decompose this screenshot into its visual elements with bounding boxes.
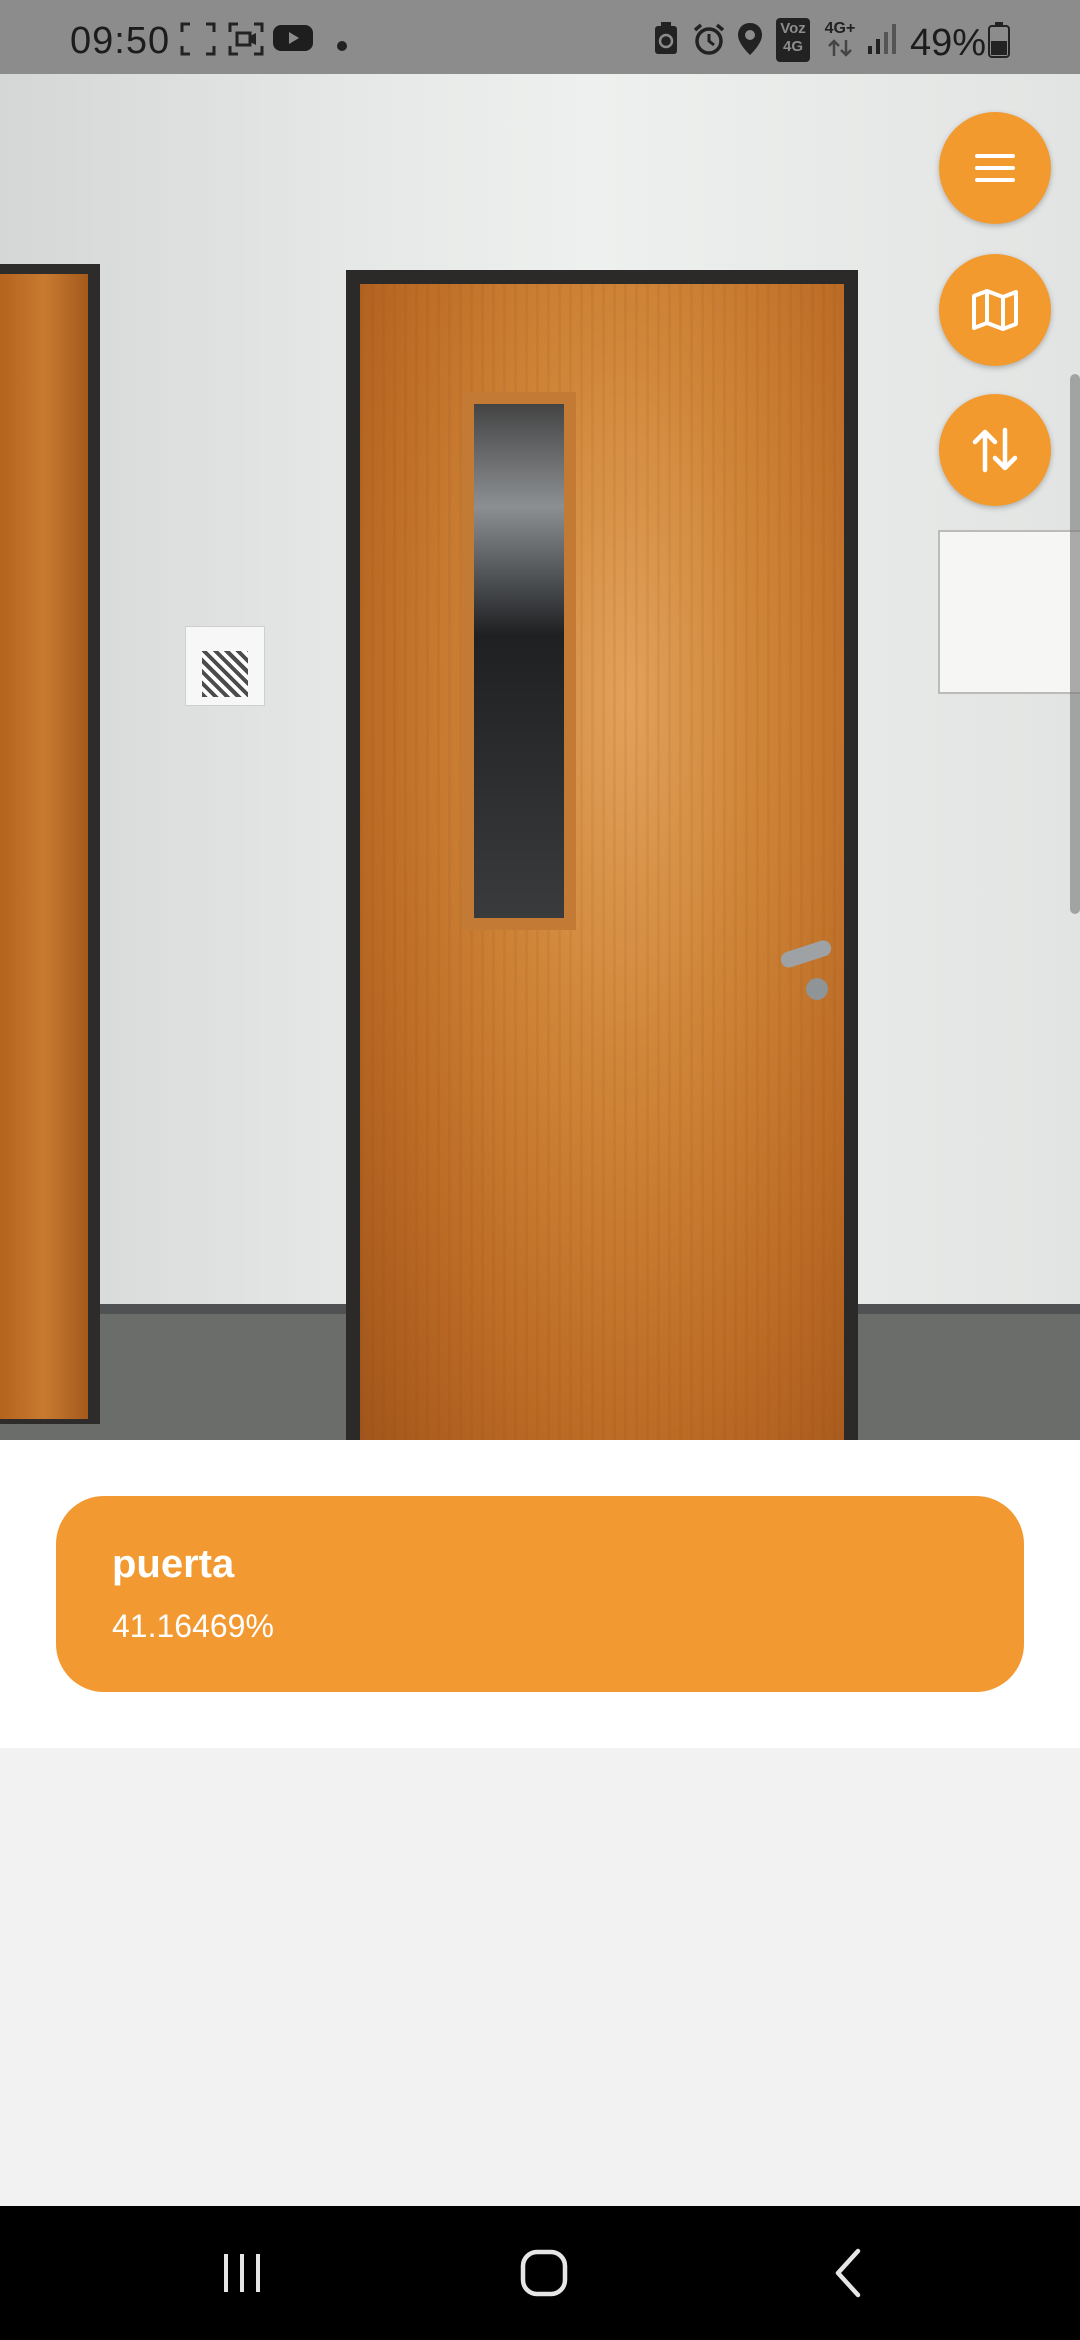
dot-icon (337, 41, 347, 51)
wooden-door (360, 284, 844, 1440)
status-bar: 09:50 Voz 4G 4G+ 49% (0, 0, 1080, 74)
menu-icon (975, 154, 1015, 182)
prediction-confidence: 41.16469% (112, 1608, 274, 1644)
menu-button[interactable] (939, 112, 1051, 224)
left-door (0, 274, 88, 1419)
door-lock (806, 978, 828, 1000)
recent-apps-icon (224, 2254, 260, 2292)
alarm-icon (693, 23, 725, 55)
navigation-bar (0, 2206, 1080, 2340)
edge-handle[interactable] (1070, 374, 1080, 914)
map-icon (972, 289, 1018, 331)
camera-preview (0, 74, 1080, 1440)
4g-label: 4G (782, 38, 803, 55)
prediction-label: puerta (112, 1542, 235, 1586)
result-section: puerta 41.16469% (0, 1440, 1080, 1748)
home-icon (520, 2249, 568, 2297)
swap-vertical-icon (972, 427, 1018, 473)
home-button[interactable] (504, 2236, 584, 2310)
prediction-card[interactable]: puerta 41.16469% (56, 1496, 1024, 1692)
voz-4g-indicator: Voz 4G (776, 18, 810, 62)
signal-icon (868, 24, 896, 54)
4g-plus-label: 4G+ (824, 20, 856, 37)
qr-code (202, 651, 248, 697)
location-icon (738, 23, 762, 55)
battery-icon (988, 22, 1010, 58)
recent-apps-button[interactable] (202, 2236, 282, 2310)
screenshot-icon (180, 22, 216, 56)
map-button[interactable] (939, 254, 1051, 366)
qr-code-sign (185, 626, 265, 706)
battery-percent: 49% (910, 22, 987, 64)
recycle-icon (655, 22, 677, 54)
back-button[interactable] (808, 2236, 888, 2310)
switch-camera-button[interactable] (939, 394, 1051, 506)
floor-plan-sign (938, 530, 1080, 694)
screen-record-icon (228, 22, 264, 56)
data-4g-plus-indicator: 4G+ (820, 20, 860, 60)
door-window (474, 404, 564, 918)
data-arrows-icon (828, 39, 852, 57)
back-icon (835, 2248, 861, 2298)
status-time: 09:50 (70, 20, 171, 62)
youtube-icon (273, 25, 313, 51)
voz-label: Voz (780, 20, 806, 37)
